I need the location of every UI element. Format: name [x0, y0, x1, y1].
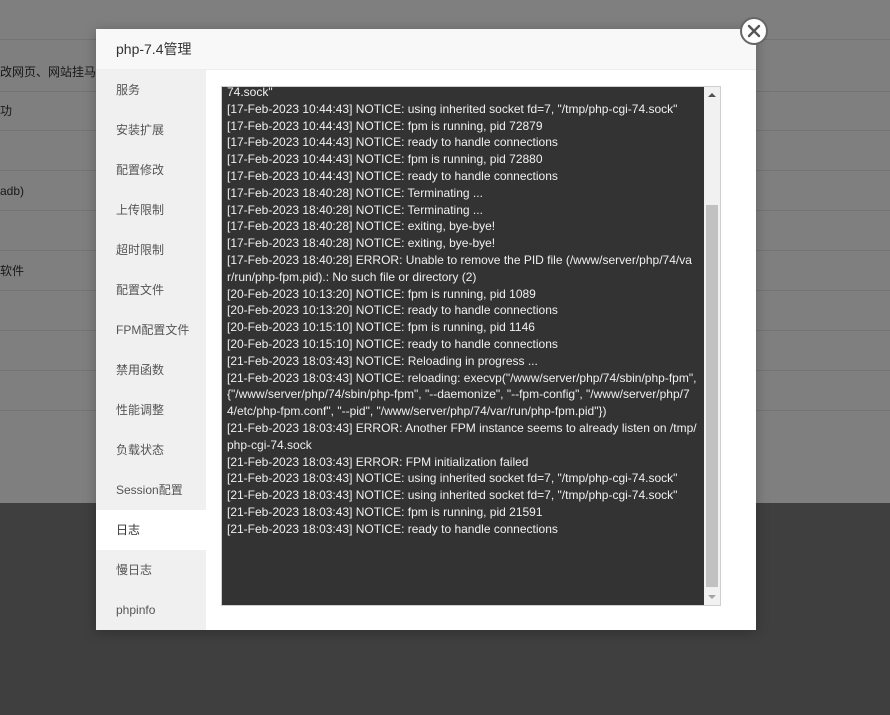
sidebar-item-phpinfo[interactable]: phpinfo: [96, 590, 206, 630]
sidebar-item-service[interactable]: 服务: [96, 70, 206, 110]
sidebar-item-install-extensions[interactable]: 安装扩展: [96, 110, 206, 150]
php-manager-dialog: php-7.4管理 服务 安装扩展 配置修改 上传限制 超时限制 配置文件 FP…: [96, 17, 768, 630]
sidebar-item-performance-tuning[interactable]: 性能调整: [96, 390, 206, 430]
log-viewer[interactable]: 74.sock" [17-Feb-2023 10:44:43] NOTICE: …: [221, 86, 721, 606]
scroll-up-button[interactable]: [704, 87, 720, 103]
dialog-title: php-7.4管理: [116, 41, 192, 57]
sidebar-item-config-file[interactable]: 配置文件: [96, 270, 206, 310]
sidebar-item-disabled-functions[interactable]: 禁用函数: [96, 350, 206, 390]
scroll-thumb[interactable]: [706, 205, 718, 587]
triangle-down-icon: [708, 595, 716, 599]
log-scrollbar[interactable]: [704, 87, 720, 605]
sidebar-item-load-status[interactable]: 负载状态: [96, 430, 206, 470]
scroll-down-button[interactable]: [704, 589, 720, 605]
dialog-header: php-7.4管理: [96, 29, 756, 70]
close-button[interactable]: [740, 17, 768, 45]
triangle-up-icon: [708, 93, 716, 97]
sidebar-item-fpm-config-file[interactable]: FPM配置文件: [96, 310, 206, 350]
sidebar-item-session-config[interactable]: Session配置: [96, 470, 206, 510]
dialog-sidebar: 服务 安装扩展 配置修改 上传限制 超时限制 配置文件 FPM配置文件 禁用函数…: [96, 70, 206, 630]
sidebar-item-slow-log[interactable]: 慢日志: [96, 550, 206, 590]
close-icon: [747, 24, 761, 38]
log-text-area[interactable]: 74.sock" [17-Feb-2023 10:44:43] NOTICE: …: [222, 87, 704, 605]
sidebar-item-config-edit[interactable]: 配置修改: [96, 150, 206, 190]
sidebar-item-log[interactable]: 日志: [96, 510, 206, 550]
sidebar-item-upload-limit[interactable]: 上传限制: [96, 190, 206, 230]
sidebar-item-timeout-limit[interactable]: 超时限制: [96, 230, 206, 270]
log-content: 74.sock" [17-Feb-2023 10:44:43] NOTICE: …: [227, 87, 697, 536]
